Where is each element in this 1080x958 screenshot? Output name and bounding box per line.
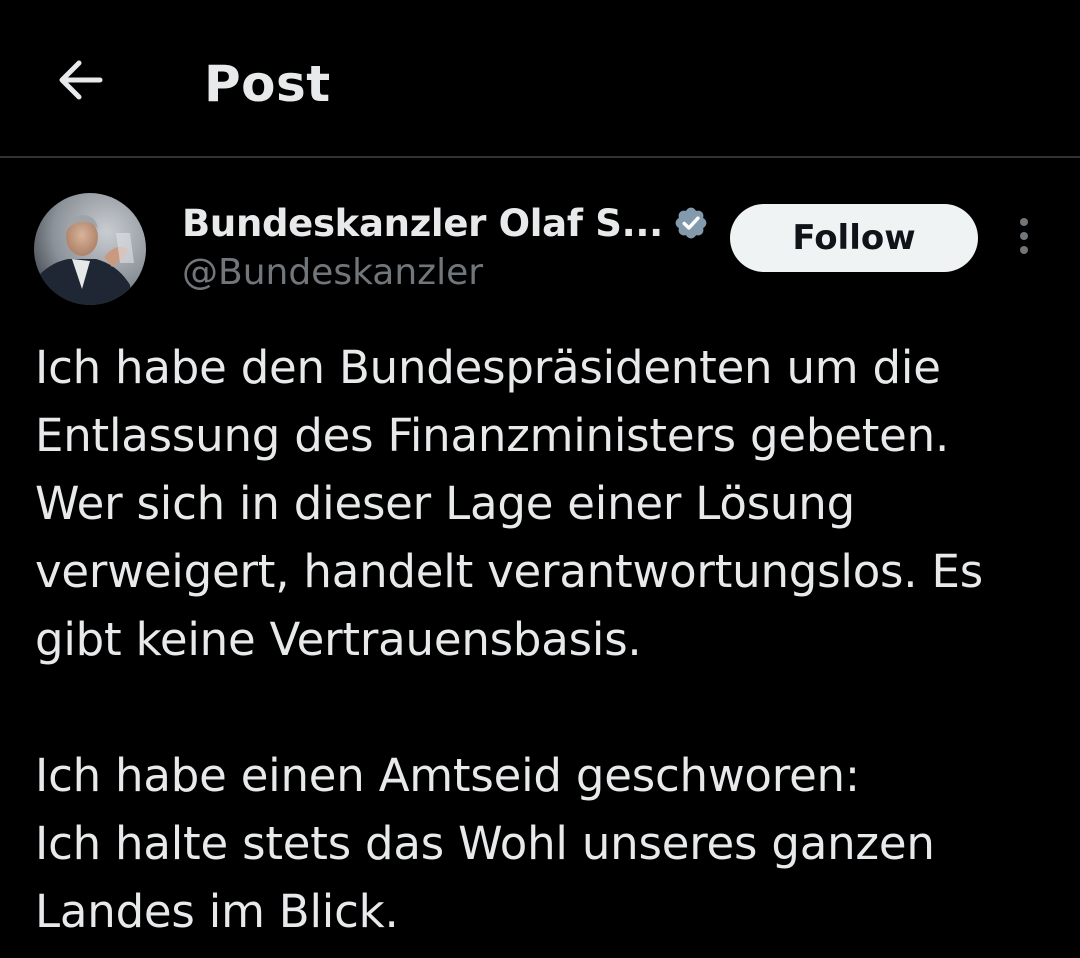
author-handle[interactable]: @Bundeskanzler: [182, 250, 483, 296]
more-options-button[interactable]: [1004, 214, 1044, 262]
author-name-row: Bundeskanzler Olaf S...: [182, 198, 709, 248]
post-paragraph: Ich habe einen Amtseid geschworen: Ich h…: [35, 749, 935, 938]
back-button[interactable]: [48, 50, 112, 114]
avatar[interactable]: [34, 193, 146, 305]
more-vertical-icon: [1018, 216, 1030, 260]
top-bar: Post: [0, 0, 1080, 158]
post-paragraph: Ich habe den Bundespräsidenten um die En…: [35, 341, 983, 666]
arrow-left-icon: [54, 54, 106, 110]
verified-badge-icon: [673, 205, 709, 241]
page-title: Post: [204, 55, 331, 113]
follow-button[interactable]: Follow: [730, 204, 978, 272]
post-text: Ich habe den Bundespräsidenten um die En…: [35, 334, 1055, 946]
author-name[interactable]: Bundeskanzler Olaf S...: [182, 202, 663, 245]
